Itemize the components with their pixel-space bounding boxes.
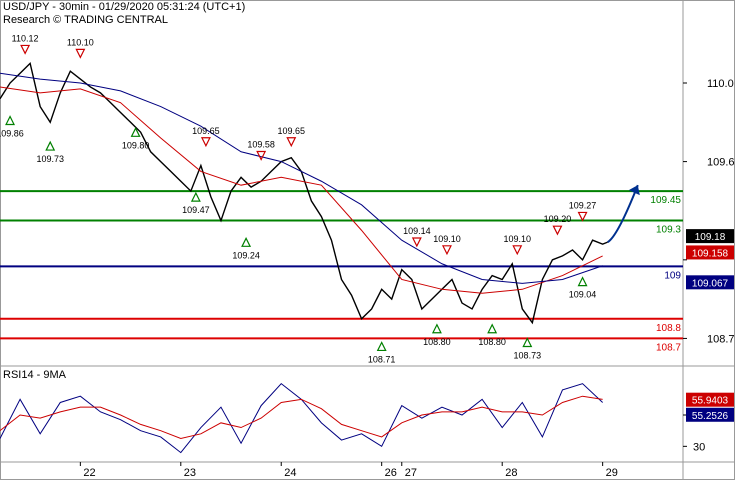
resistance-point-label: 109.20 xyxy=(544,214,572,224)
support-marker xyxy=(45,140,56,151)
support-marker xyxy=(190,191,201,202)
x-tick-label: 24 xyxy=(284,467,296,479)
support-point-label: 108.73 xyxy=(514,351,542,361)
price-tag: 109.158 xyxy=(692,248,729,259)
resistance-point-label: 110.10 xyxy=(67,37,94,47)
support-point-label: 109.04 xyxy=(569,290,597,300)
support-marker xyxy=(577,276,588,287)
price-tag: 109.18 xyxy=(695,232,726,243)
y-tick-label: 110.0 xyxy=(707,78,734,90)
x-tick-label: 29 xyxy=(606,467,618,479)
resistance-marker xyxy=(200,137,211,148)
rsi-tag: 55.2526 xyxy=(692,411,729,422)
support-point-label: 109.86 xyxy=(0,129,24,139)
x-tick-label: 27 xyxy=(405,467,417,479)
support-point-label: 109.24 xyxy=(232,250,260,260)
level-label: 108.7 xyxy=(656,342,681,353)
price-tag: 109.067 xyxy=(692,278,729,289)
resistance-point-label: 109.14 xyxy=(403,226,431,236)
projection-arrow xyxy=(607,184,639,244)
chart-frame xyxy=(0,0,735,480)
support-marker xyxy=(5,115,16,126)
support-point-label: 109.73 xyxy=(36,154,64,164)
support-marker xyxy=(376,341,387,352)
y-tick-label: 108.7 xyxy=(707,333,735,345)
price-line xyxy=(0,61,608,325)
resistance-point-label: 109.65 xyxy=(192,126,220,136)
rsi-title: RSI14 - 9MA xyxy=(3,369,67,381)
level-label: 108.8 xyxy=(656,323,681,334)
ma-slow-line xyxy=(0,72,603,284)
support-marker xyxy=(522,337,533,348)
level-label: 109.45 xyxy=(650,195,681,206)
support-marker xyxy=(431,323,442,334)
rsi-y-tick-label: 30 xyxy=(693,441,705,453)
resistance-marker xyxy=(411,237,422,248)
level-label: 109 xyxy=(664,270,681,281)
resistance-point-label: 109.27 xyxy=(569,200,597,210)
support-point-label: 109.47 xyxy=(182,205,210,215)
resistance-point-label: 109.10 xyxy=(433,234,461,244)
x-tick-label: 23 xyxy=(184,467,196,479)
support-point-label: 108.71 xyxy=(368,354,396,364)
support-point-label: 109.80 xyxy=(122,140,150,150)
support-point-label: 108.80 xyxy=(478,337,506,347)
rsi-ma-line xyxy=(0,395,603,440)
rsi-line xyxy=(0,382,603,454)
resistance-marker xyxy=(441,245,452,256)
y-tick-label: 109.6 xyxy=(707,157,735,169)
support-marker xyxy=(487,323,498,334)
resistance-marker xyxy=(577,211,588,222)
level-label: 109.3 xyxy=(656,225,681,236)
resistance-marker xyxy=(20,44,31,55)
resistance-marker xyxy=(512,245,523,256)
x-tick-label: 28 xyxy=(505,467,517,479)
support-point-label: 108.80 xyxy=(423,337,451,347)
support-marker xyxy=(241,236,252,247)
resistance-marker xyxy=(552,225,563,236)
rsi-tag: 55.9403 xyxy=(692,396,729,407)
resistance-point-label: 109.10 xyxy=(504,234,532,244)
price-chart: 108.7109.6110.0305022232426272829109.451… xyxy=(0,0,735,480)
x-tick-label: 22 xyxy=(83,467,95,479)
resistance-marker xyxy=(75,48,86,59)
resistance-point-label: 110.12 xyxy=(12,33,39,43)
x-tick-label: 26 xyxy=(385,467,397,479)
resistance-marker xyxy=(286,137,297,148)
resistance-point-label: 109.65 xyxy=(278,126,306,136)
resistance-point-label: 109.58 xyxy=(247,140,275,150)
